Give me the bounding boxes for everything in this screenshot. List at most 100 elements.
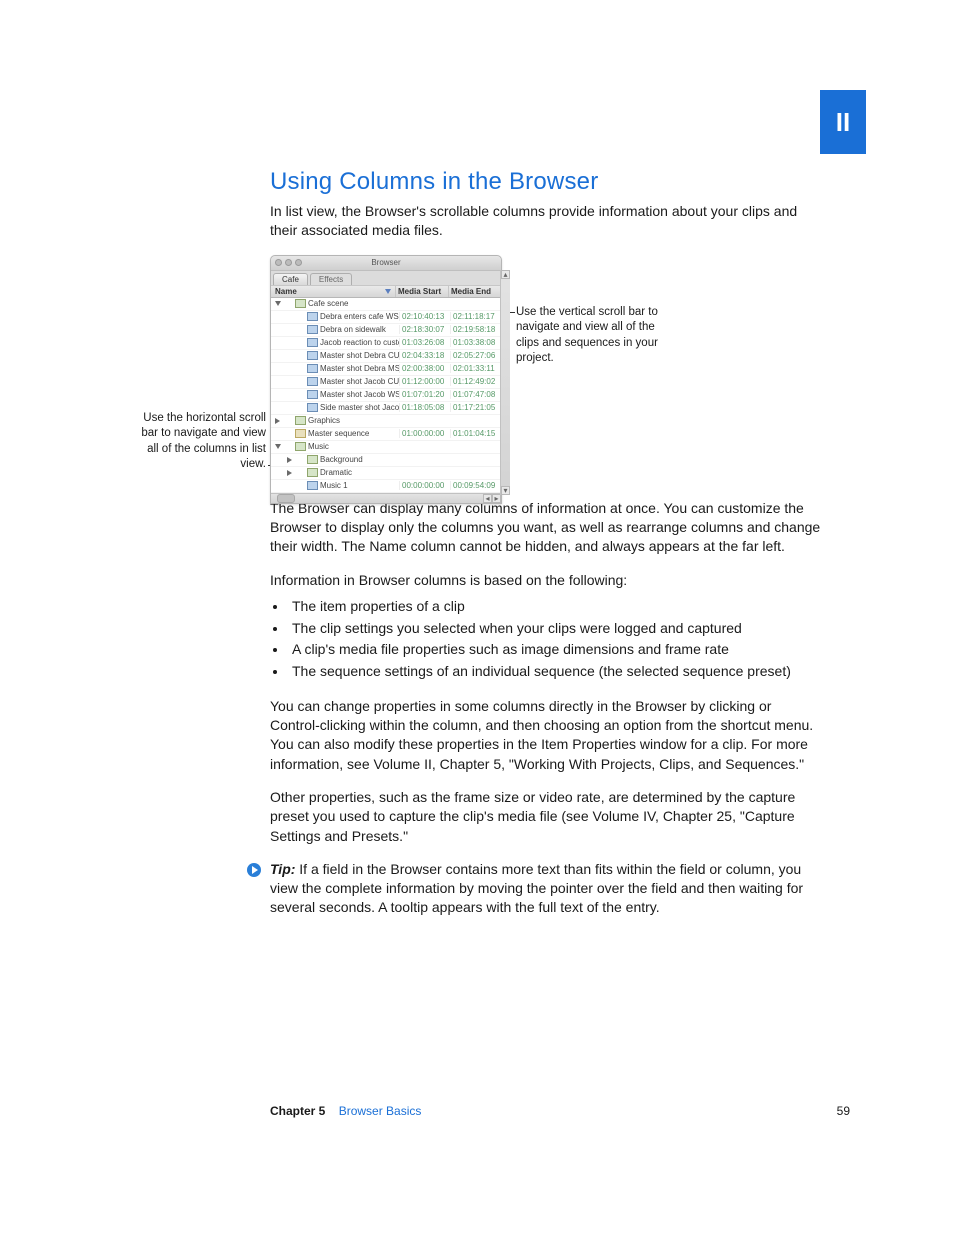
close-icon[interactable] (275, 259, 282, 266)
window-title: Browser (371, 258, 400, 267)
zoom-icon[interactable] (295, 259, 302, 266)
disclosure-closed-icon[interactable] (275, 418, 280, 424)
minimize-icon[interactable] (285, 259, 292, 266)
row-media-end: 02:11:18:17 (450, 312, 501, 321)
row-media-start: 01:07:01:20 (399, 390, 450, 399)
table-row[interactable]: Side master shot Jacob MS01:18:05:0801:1… (271, 402, 501, 415)
table-row[interactable]: Debra enters cafe WS02:10:40:1302:11:18:… (271, 311, 501, 324)
row-media-end: 01:07:47:08 (450, 390, 501, 399)
bin-icon (295, 416, 306, 425)
page-number: 59 (837, 1104, 850, 1118)
bin-icon (295, 299, 306, 308)
row-media-end: 02:19:58:18 (450, 325, 501, 334)
tip-label: Tip: (270, 861, 295, 877)
browser-window: Browser Cafe Effects Name Media Start Me… (270, 255, 502, 504)
row-name: Music 1 (320, 481, 399, 490)
row-media-end: 02:01:33:11 (450, 364, 501, 373)
intro-paragraph: In list view, the Browser's scrollable c… (270, 202, 824, 241)
list-item: A clip's media file properties such as i… (288, 639, 824, 661)
row-media-start: 02:00:38:00 (399, 364, 450, 373)
chapter-title: Browser Basics (339, 1104, 422, 1118)
table-row[interactable]: Graphics (271, 415, 501, 428)
body-paragraph: The Browser can display many columns of … (270, 499, 824, 557)
row-name: Music (308, 442, 399, 451)
disclosure-closed-icon[interactable] (287, 470, 292, 476)
list-item: The sequence settings of an individual s… (288, 661, 824, 683)
table-row[interactable]: Jacob reaction to customer CU01:03:26:08… (271, 337, 501, 350)
horizontal-scrollbar[interactable]: ◂ ▸ (271, 493, 501, 503)
list-item: The clip settings you selected when your… (288, 618, 824, 640)
row-name: Master shot Jacob WS (320, 390, 399, 399)
clip-icon (307, 351, 318, 360)
column-header-media-end[interactable]: Media End (448, 286, 501, 297)
row-name: Jacob reaction to customer CU (320, 338, 399, 347)
clip-icon (307, 403, 318, 412)
clip-icon (307, 325, 318, 334)
table-row[interactable]: Cafe scene (271, 298, 501, 311)
disclosure-open-icon[interactable] (275, 444, 281, 449)
row-media-end: 01:01:04:15 (450, 429, 501, 438)
vertical-scrollbar[interactable]: ▴ ▾ (500, 270, 510, 495)
body-paragraph: You can change properties in some column… (270, 697, 824, 774)
row-name: Side master shot Jacob MS (320, 403, 399, 412)
page-footer: Chapter 5 Browser Basics 59 (270, 1104, 850, 1118)
row-name: Master shot Jacob CU (320, 377, 399, 386)
table-row[interactable]: Master shot Debra MS02:00:38:0002:01:33:… (271, 363, 501, 376)
page-heading: Using Columns in the Browser (270, 168, 824, 196)
chapter-label: Chapter 5 (270, 1104, 325, 1118)
row-media-start: 01:03:26:08 (399, 338, 450, 347)
disclosure-open-icon[interactable] (275, 301, 281, 306)
scroll-left-icon[interactable]: ◂ (483, 494, 492, 503)
row-media-start: 02:04:33:18 (399, 351, 450, 360)
table-row[interactable]: Master shot Jacob CU01:12:00:0001:12:49:… (271, 376, 501, 389)
scroll-right-icon[interactable]: ▸ (492, 494, 501, 503)
row-name: Master shot Debra MS (320, 364, 399, 373)
figure-browser-columns: Use the horizontal scroll bar to navigat… (270, 255, 824, 477)
row-media-start: 01:12:00:00 (399, 377, 450, 386)
tip-callout: Tip: If a field in the Browser contains … (246, 860, 824, 918)
row-media-end: 02:05:27:06 (450, 351, 501, 360)
disclosure-closed-icon[interactable] (287, 457, 292, 463)
table-row[interactable]: Master sequence01:00:00:0001:01:04:15 (271, 428, 501, 441)
row-name: Background (320, 455, 399, 464)
column-header-media-start[interactable]: Media Start (395, 286, 448, 297)
list-item: The item properties of a clip (288, 596, 824, 618)
scrollbar-thumb[interactable] (277, 494, 295, 503)
column-header-label: Name (275, 287, 297, 296)
row-name: Master sequence (308, 429, 399, 438)
table-row[interactable]: Debra on sidewalk02:18:30:0702:19:58:18 (271, 324, 501, 337)
callout-vertical-scroll: Use the vertical scroll bar to navigate … (516, 305, 676, 367)
clip-icon (307, 364, 318, 373)
body-paragraph: Other properties, such as the frame size… (270, 788, 824, 846)
tip-text: Tip: If a field in the Browser contains … (270, 860, 824, 918)
table-row[interactable]: Music 100:00:00:0000:09:54:09 (271, 480, 501, 493)
column-header-name[interactable]: Name (271, 286, 395, 297)
row-media-end: 01:12:49:02 (450, 377, 501, 386)
clip-icon (307, 312, 318, 321)
row-name: Cafe scene (308, 299, 399, 308)
table-row[interactable]: Dramatic (271, 467, 501, 480)
row-media-start: 02:18:30:07 (399, 325, 450, 334)
bin-icon (307, 468, 318, 477)
body-paragraph: Information in Browser columns is based … (270, 571, 824, 590)
table-row[interactable]: Master shot Debra CU02:04:33:1802:05:27:… (271, 350, 501, 363)
row-media-start: 01:00:00:00 (399, 429, 450, 438)
table-row[interactable]: Master shot Jacob WS01:07:01:2001:07:47:… (271, 389, 501, 402)
callout-horizontal-scroll: Use the horizontal scroll bar to navigat… (140, 411, 266, 473)
tab-cafe[interactable]: Cafe (273, 273, 308, 285)
row-media-end: 01:03:38:08 (450, 338, 501, 347)
browser-rows: Cafe scene Debra enters cafe WS02:10:40:1… (271, 298, 501, 493)
project-tabs: Cafe Effects (271, 271, 501, 285)
row-name: Debra on sidewalk (320, 325, 399, 334)
row-media-start: 02:10:40:13 (399, 312, 450, 321)
window-titlebar: Browser (271, 256, 501, 271)
table-row[interactable]: Music (271, 441, 501, 454)
sort-indicator-icon (385, 289, 391, 294)
row-media-end: 01:17:21:05 (450, 403, 501, 412)
table-row[interactable]: Background (271, 454, 501, 467)
scroll-up-icon[interactable]: ▴ (501, 270, 510, 279)
bin-icon (307, 455, 318, 464)
tab-effects[interactable]: Effects (310, 273, 352, 285)
scroll-down-icon[interactable]: ▾ (501, 486, 510, 495)
section-tab: II (820, 90, 866, 154)
